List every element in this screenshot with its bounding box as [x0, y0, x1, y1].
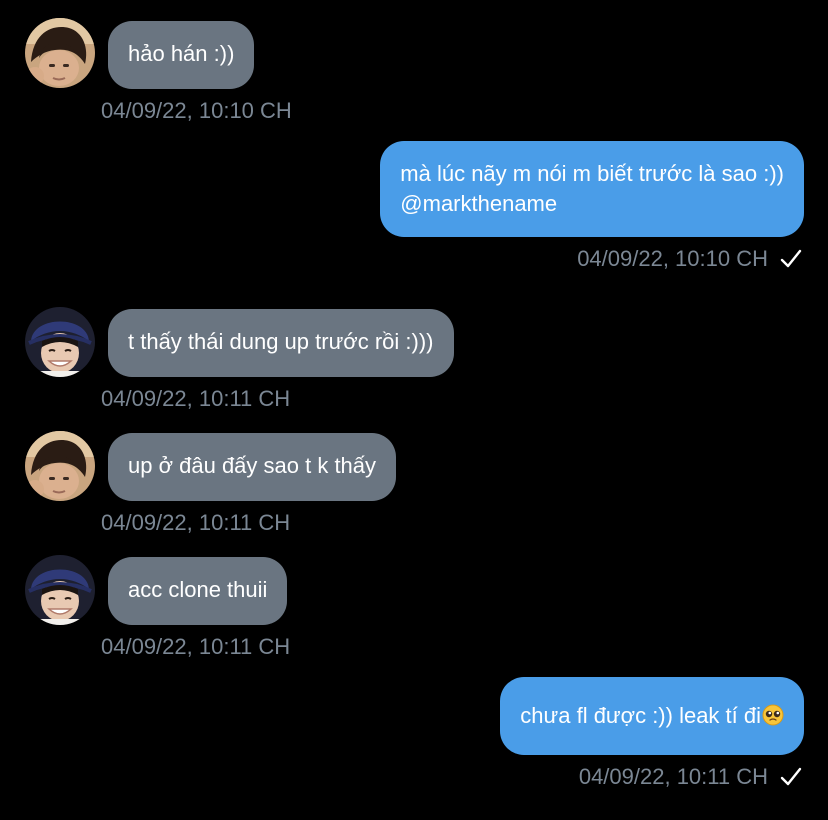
message-bubble-incoming[interactable]: up ở đâu đấy sao t k thấy	[108, 433, 397, 501]
message-timestamp: 04/09/22, 10:11 CH	[101, 634, 291, 659]
message-timestamp: 04/09/22, 10:11 CH	[101, 510, 291, 535]
message-timestamp: 04/09/22, 10:10 CH	[101, 98, 292, 123]
message-bubble-incoming[interactable]: acc clone thuii	[108, 557, 288, 625]
message-bubble-incoming[interactable]: t thấy thái dung up trước rồi :)))	[108, 309, 454, 377]
message-text: hảo hán :))	[128, 41, 235, 66]
avatar[interactable]	[25, 431, 95, 501]
checkmark-icon	[780, 249, 802, 268]
message-bubble-outgoing[interactable]: chưa fl được :)) leak tí đi	[500, 677, 804, 755]
message-meta: 04/09/22, 10:10 CH	[577, 246, 802, 272]
avatar[interactable]	[25, 18, 95, 88]
message-timestamp: 04/09/22, 10:11 CH	[578, 764, 768, 789]
message-text-line: mà lúc nãy m nói m biết trước là sao :))	[400, 161, 784, 186]
message-text: chưa fl được :)) leak tí đi	[520, 703, 761, 728]
message-text: up ở đâu đấy sao t k thấy	[128, 453, 377, 478]
message-bubble-outgoing[interactable]: mà lúc nãy m nói m biết trước là sao :))…	[380, 141, 804, 237]
message-timestamp: 04/09/22, 10:11 CH	[101, 386, 291, 411]
message-timestamp: 04/09/22, 10:10 CH	[577, 246, 768, 271]
message-text: acc clone thuii	[128, 577, 268, 602]
avatar[interactable]	[25, 307, 95, 377]
mention-text[interactable]: @markthename	[400, 189, 784, 219]
message-bubble-incoming[interactable]: hảo hán :))	[108, 21, 255, 89]
checkmark-icon	[780, 767, 802, 786]
message-text: t thấy thái dung up trước rồi :)))	[128, 329, 434, 354]
pleading-face-emoji-icon	[762, 704, 784, 726]
message-meta: 04/09/22, 10:11 CH	[579, 764, 802, 790]
avatar[interactable]	[25, 555, 95, 625]
